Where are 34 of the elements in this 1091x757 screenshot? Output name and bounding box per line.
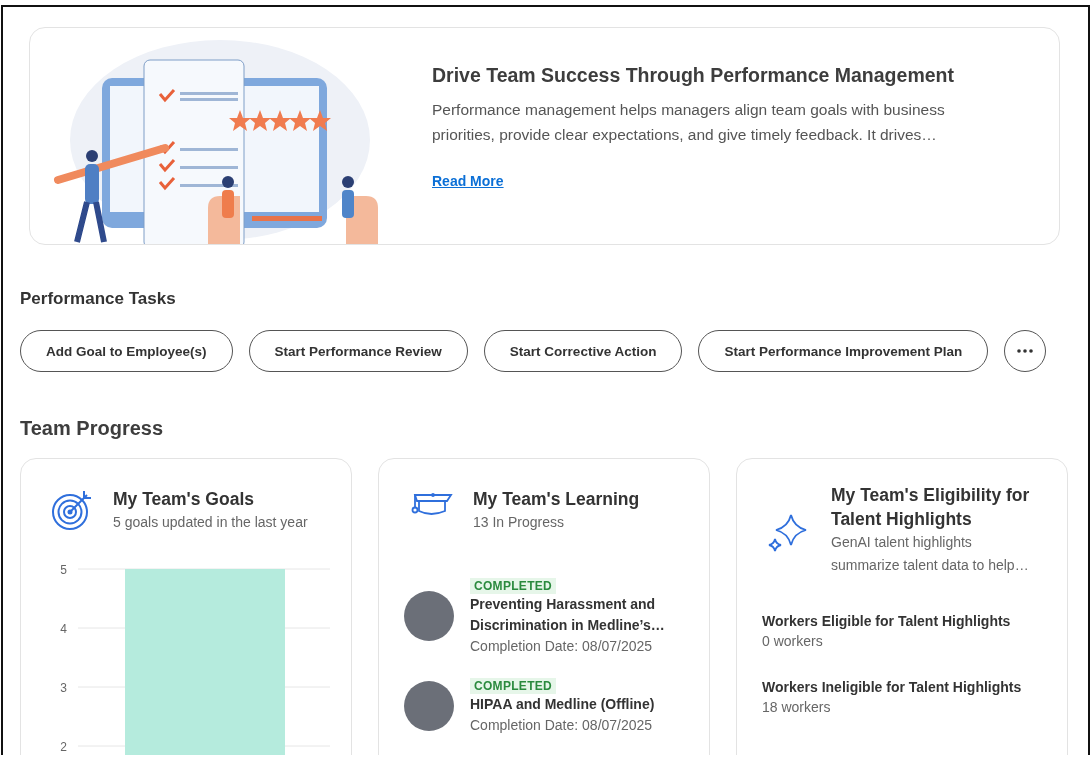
more-button[interactable] [1004,330,1047,372]
card-subtitle: 5 goals updated in the last year [113,513,308,532]
task-button[interactable]: Add Goal to Employee(s) [20,330,233,372]
banner-description: Performance management helps managers align team goals with business priorities, provide clear expectations, and give timely feedback. It drives… [432,100,946,145]
read-more-link[interactable]: Read More [432,173,504,189]
completion-date: Completion Date: 08/07/2025 [470,716,654,735]
card-subtitle: GenAI talent highlights summarize talent data to help… [831,533,1030,575]
stat-label: Workers Ineligible for Talent Highlights [762,678,1023,697]
stat-value: 18 workers [762,698,832,717]
card-title: My Team's Eligibility for Talent Highlights [831,484,1031,531]
avatar-placeholder [404,680,454,731]
completion-date: Completion Date: 08/07/2025 [470,637,654,656]
task-button[interactable]: Start Performance Review [248,330,468,372]
banner-title: Drive Team Success Through Performance Management [432,64,955,87]
section-heading: Team Progress [20,417,164,440]
stat-label: Workers Eligible for Talent Highlights [762,612,1012,631]
card-title: My Team's Learning [473,488,640,511]
card-title: My Team's Goals [113,488,255,511]
course-title[interactable]: HIPAA and Medline (Offline) [470,694,655,715]
axis-tick-label: 2 [60,740,67,754]
target-icon [51,489,93,531]
task-button[interactable]: Start Corrective Action [483,330,683,372]
axis-tick-label: 3 [60,681,67,695]
status-badge: COMPLETED [470,578,557,594]
ellipsis-icon [1017,349,1034,353]
card-subtitle: 13 In Progress [473,513,566,532]
axis-tick-label: 4 [60,622,67,636]
stat-value: 0 workers [762,632,824,651]
axis-tick-label: 5 [60,563,67,577]
status-badge: COMPLETED [470,678,557,694]
avatar-placeholder [404,591,454,641]
task-button[interactable]: Start Performance Improvement Plan [698,330,989,372]
section-heading: Performance Tasks [20,289,176,309]
course-title[interactable]: Preventing Harassment and Discrimination in Medline’s… [470,594,670,636]
